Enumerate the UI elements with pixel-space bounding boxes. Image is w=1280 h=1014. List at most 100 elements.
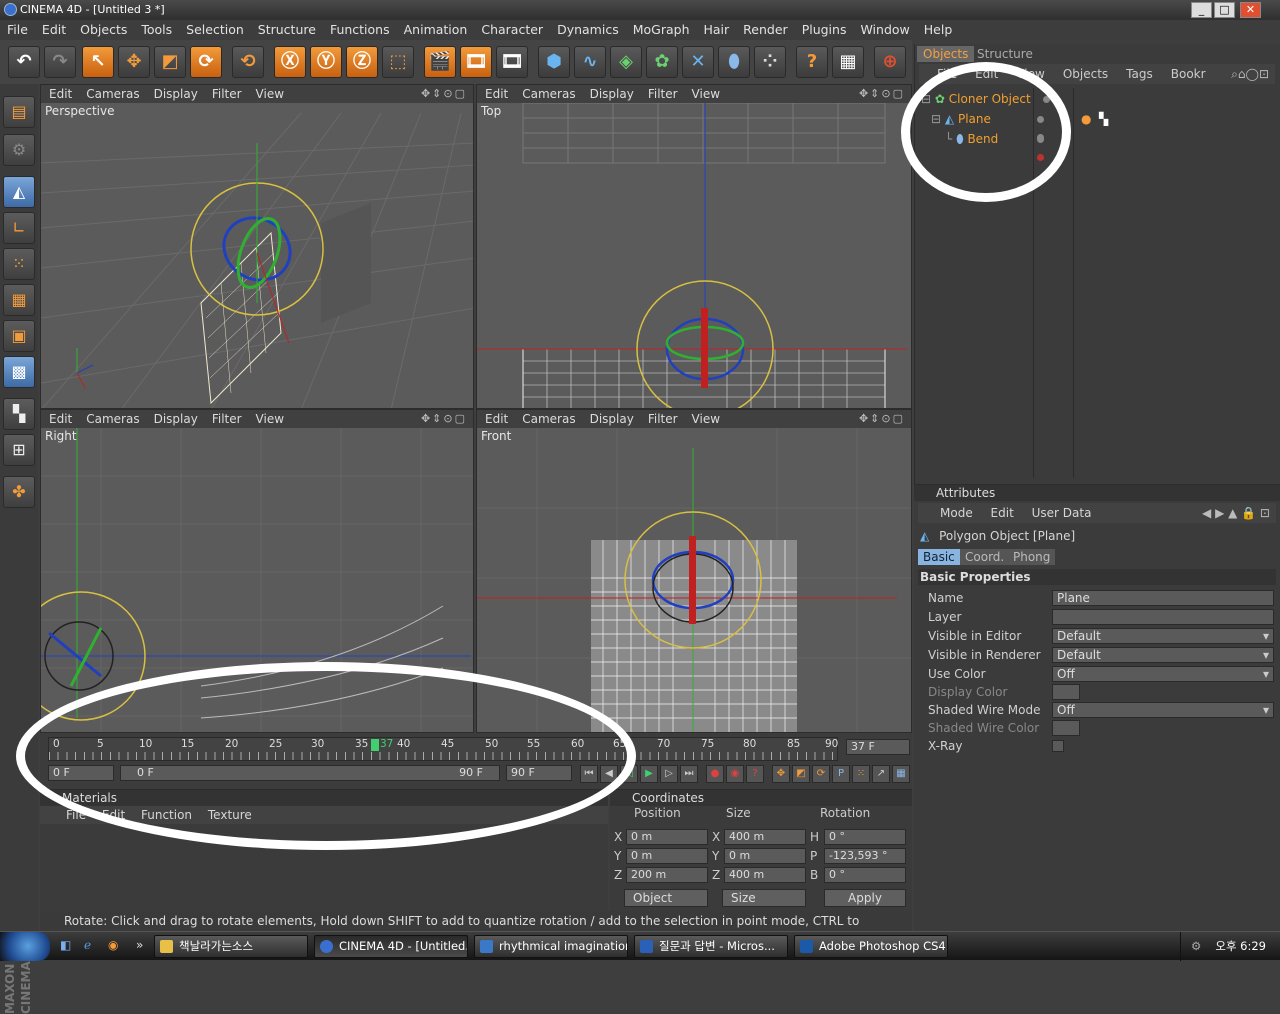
play-forward-icon[interactable]: ▶ [640,765,658,783]
vp-menu-display[interactable]: Display [154,87,198,101]
record-icon[interactable]: ● [706,765,724,783]
tab-basic[interactable]: Basic [918,549,960,565]
menu-animation[interactable]: Animation [397,20,475,40]
position-x-field[interactable]: 0 m [626,829,708,845]
viewport-nav-icons[interactable]: ✥⇕⊙▢ [421,410,467,428]
help-icon[interactable]: ? [796,46,828,78]
key-parameter-icon[interactable]: P [832,765,850,783]
vp-menu-edit[interactable]: Edit [49,412,72,426]
undo-icon[interactable]: ↶ [8,46,40,78]
goto-end-icon[interactable]: ⏭ [680,765,698,783]
vp-menu-filter[interactable]: Filter [212,412,242,426]
coordinate-system-icon[interactable]: ⬚ [382,46,414,78]
vp-menu-edit[interactable]: Edit [49,87,72,101]
autokey-icon[interactable]: ◉ [726,765,744,783]
rotation-h-field[interactable]: 0 ° [824,829,906,845]
vp-menu-view[interactable]: View [692,87,720,101]
vp-menu-filter[interactable]: Filter [648,87,678,101]
nurbs-icon[interactable]: ◈ [610,46,642,78]
rotate-icon[interactable]: ⟳ [190,46,222,78]
vp-menu-edit[interactable]: Edit [485,412,508,426]
menu-window[interactable]: Window [853,20,916,40]
size-mode-select[interactable]: Size [722,889,806,907]
menu-dynamics[interactable]: Dynamics [550,20,626,40]
menu-help[interactable]: Help [917,20,960,40]
render-settings-icon[interactable]: 🎞 [496,46,528,78]
quicklaunch-more-icon[interactable]: » [136,938,143,952]
menu-structure[interactable]: Structure [251,20,323,40]
render-view-icon[interactable]: 🎬 [424,46,456,78]
attr-menu-edit[interactable]: Edit [991,506,1014,520]
uv-mode-icon[interactable]: ▩ [3,356,35,388]
interpolation-icon[interactable]: ↗ [872,765,890,783]
vp-menu-filter[interactable]: Filter [648,412,678,426]
key-rotation-icon[interactable]: ⟳ [812,765,830,783]
search-home-icons[interactable]: ⌕⌂◯⊡ [1231,64,1269,84]
quicklaunch-media-icon[interactable]: ◉ [108,938,118,952]
timeline-settings-icon[interactable]: ▦ [892,765,910,783]
cube-primitive-icon[interactable]: ⬢ [538,46,570,78]
workplane-icon[interactable]: ⊞ [3,434,35,466]
points-mode-icon[interactable]: ⁙ [3,248,35,280]
menu-edit[interactable]: Edit [35,20,73,40]
task-photoshop[interactable]: Adobe Photoshop CS4... [794,935,948,958]
rotation-b-field[interactable]: 0 ° [824,867,906,883]
name-field[interactable]: Plane [1052,590,1274,606]
restore-button[interactable]: □ [1214,2,1235,18]
y-axis-lock-icon[interactable]: Ⓨ [310,46,342,78]
task-browser[interactable]: rhythmical imagination... [474,935,628,958]
live-selection-icon[interactable]: ↖ [82,46,114,78]
viewport-layout-icon[interactable]: ▤ [3,96,35,128]
viewport-nav-icons[interactable]: ✥⇕⊙▢ [421,85,467,103]
visible-renderer-select[interactable]: Default [1052,647,1274,663]
tab-structure[interactable]: Structure [971,46,1039,62]
vp-menu-view[interactable]: View [256,87,284,101]
vp-menu-cameras[interactable]: Cameras [522,412,575,426]
viewport-front[interactable]: Edit Cameras Display Filter View ✥⇕⊙▢ Front [476,409,912,733]
apply-button[interactable]: Apply [824,889,906,907]
z-axis-lock-icon[interactable]: Ⓩ [346,46,378,78]
next-frame-icon[interactable]: ▷ [660,765,678,783]
attr-menu-userdata[interactable]: User Data [1032,506,1092,520]
quicklaunch-desktop-icon[interactable]: ◧ [60,938,71,952]
menu-selection[interactable]: Selection [179,20,251,40]
vp-menu-display[interactable]: Display [590,412,634,426]
menu-objects[interactable]: Objects [73,20,134,40]
tray-icon[interactable]: ⚙ [1191,932,1201,961]
size-y-field[interactable]: 0 m [724,848,806,864]
menu-mograph[interactable]: MoGraph [626,20,697,40]
position-y-field[interactable]: 0 m [626,848,708,864]
deformer-icon[interactable]: ✕ [682,46,714,78]
phong-tag-icon[interactable]: ● [1081,110,1091,128]
scene-object-icon[interactable]: ⬮ [718,46,750,78]
viewport-top[interactable]: Edit Cameras Display Filter View ✥⇕⊙▢ Top [476,84,912,409]
vp-menu-cameras[interactable]: Cameras [86,412,139,426]
menu-file[interactable]: File [0,20,35,40]
array-icon[interactable]: ✿ [646,46,678,78]
shaded-wire-color-swatch[interactable] [1052,720,1080,736]
attr-nav-icons[interactable]: ◀ ▶ ▲ 🔒 ⊡ [1202,503,1270,523]
task-cinema4d[interactable]: CINEMA 4D - [Untitled... [314,935,468,958]
menu-tools[interactable]: Tools [134,20,179,40]
quicklaunch-ie-icon[interactable]: ℯ [84,938,91,952]
keyframe-selection-icon[interactable]: ? [746,765,764,783]
shaded-wire-mode-select[interactable]: Off [1052,702,1274,718]
close-button[interactable]: ✕ [1240,2,1261,18]
object-axis-icon[interactable]: ∟ [3,212,35,244]
tab-coord[interactable]: Coord. [960,549,1010,565]
scale-icon[interactable]: ◩ [154,46,186,78]
web-icon[interactable]: ⊕ [874,46,906,78]
recent-tool-icon[interactable]: ⟲ [232,46,264,78]
redo-icon[interactable]: ↷ [44,46,76,78]
visible-editor-select[interactable]: Default [1052,628,1274,644]
vp-menu-view[interactable]: View [692,412,720,426]
vp-menu-display[interactable]: Display [590,87,634,101]
vp-menu-cameras[interactable]: Cameras [522,87,575,101]
size-x-field[interactable]: 400 m [724,829,806,845]
use-color-select[interactable]: Off [1052,666,1274,682]
polygons-mode-icon[interactable]: ▣ [3,320,35,352]
soft-selection-icon[interactable]: ✤ [3,476,35,508]
menu-hair[interactable]: Hair [697,20,737,40]
key-position-icon[interactable]: ✥ [772,765,790,783]
key-pla-icon[interactable]: ⁙ [852,765,870,783]
